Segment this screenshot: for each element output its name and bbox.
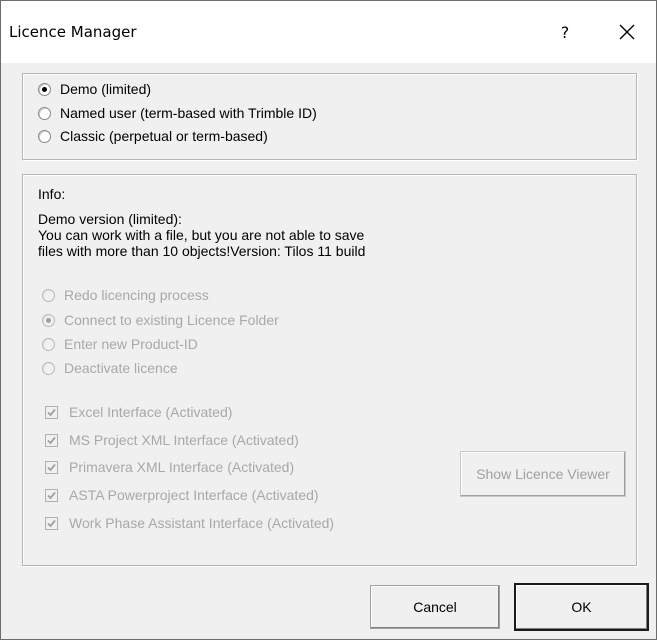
radio-selected-icon [38,82,51,96]
window-title: Licence Manager [9,23,137,41]
radio-enter-product-id-label: Enter new Product-ID [64,336,198,352]
radio-icon [42,337,55,351]
checkbox-primavera-interface-label: Primavera XML Interface (Activated) [69,459,295,475]
info-line: You can work with a file, but you are no… [38,227,365,243]
licence-manager-dialog: Licence Manager ? Demo (limited) Named u… [0,0,657,640]
checkbox-excel-interface-label: Excel Interface (Activated) [69,404,233,420]
close-icon [619,24,635,40]
radio-selected-icon [42,313,55,327]
checkbox-excel-interface[interactable]: Excel Interface (Activated) [45,404,232,420]
checkbox-ms-project-interface-label: MS Project XML Interface (Activated) [69,432,299,448]
checkmark-icon [45,405,58,419]
checkbox-ms-project-interface[interactable]: MS Project XML Interface (Activated) [45,432,299,448]
info-heading: Info: [38,186,66,202]
checkmark-icon [45,460,58,474]
checkbox-asta-interface[interactable]: ASTA Powerproject Interface (Activated) [45,487,319,503]
checkbox-asta-interface-label: ASTA Powerproject Interface (Activated) [69,487,319,503]
radio-icon [38,106,51,120]
checkmark-icon [45,433,58,447]
radio-classic[interactable]: Classic (perpetual or term-based) [38,128,268,144]
show-licence-viewer-button[interactable]: Show Licence Viewer [460,451,626,497]
radio-connect-existing-folder[interactable]: Connect to existing Licence Folder [42,312,279,328]
ok-button[interactable]: OK [514,583,649,631]
cancel-button[interactable]: Cancel [370,585,500,629]
info-text: Demo version (limited): You can work wit… [38,211,458,259]
radio-named-user[interactable]: Named user (term-based with Trimble ID) [38,105,317,121]
radio-deactivate-licence-label: Deactivate licence [64,360,178,376]
checkmark-icon [45,516,58,530]
radio-deactivate-licence[interactable]: Deactivate licence [42,360,178,376]
radio-demo-label: Demo (limited) [60,81,152,97]
checkbox-primavera-interface[interactable]: Primavera XML Interface (Activated) [45,459,294,475]
radio-icon [42,361,55,375]
radio-demo[interactable]: Demo (limited) [38,81,151,97]
radio-icon [42,288,55,302]
radio-enter-product-id[interactable]: Enter new Product-ID [42,336,198,352]
help-button[interactable]: ? [543,15,587,49]
info-line: Demo version (limited): [38,211,182,227]
title-bar[interactable]: Licence Manager ? [1,1,656,63]
help-icon: ? [560,22,570,42]
radio-redo-licencing[interactable]: Redo licencing process [42,287,209,303]
radio-classic-label: Classic (perpetual or term-based) [60,128,268,144]
radio-redo-licencing-label: Redo licencing process [64,287,209,303]
info-line: files with more than 10 objects!Version:… [38,243,366,259]
checkmark-icon [45,488,58,502]
radio-connect-existing-folder-label: Connect to existing Licence Folder [64,312,279,328]
radio-icon [38,129,51,143]
checkbox-work-phase-interface-label: Work Phase Assistant Interface (Activate… [69,515,335,531]
close-button[interactable] [605,15,649,49]
radio-named-user-label: Named user (term-based with Trimble ID) [60,105,317,121]
checkbox-work-phase-interface[interactable]: Work Phase Assistant Interface (Activate… [45,515,334,531]
